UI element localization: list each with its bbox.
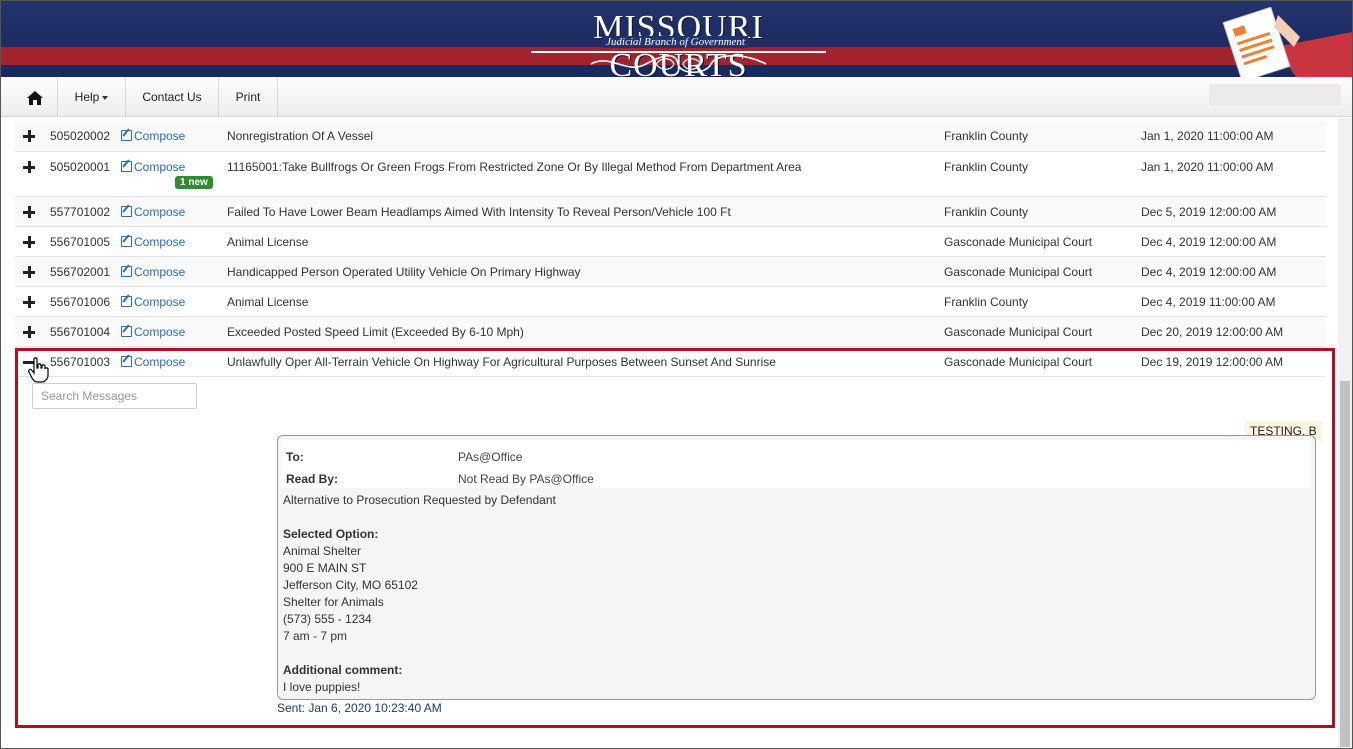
table-row: 505020002 Compose Nonregistration Of A V… xyxy=(15,121,1325,152)
compose-icon xyxy=(121,296,132,307)
charge-date: Dec 4, 2019 12:00:00 AM xyxy=(1141,265,1277,279)
compose-link[interactable]: Compose xyxy=(121,325,185,339)
charge-description: Animal License xyxy=(227,235,309,249)
compose-icon xyxy=(121,236,132,247)
court-name: Franklin County xyxy=(944,129,1029,143)
case-number: 556702001 xyxy=(50,265,111,279)
compose-link[interactable]: Compose xyxy=(121,129,185,143)
new-messages-badge: 1 new xyxy=(175,176,213,189)
charge-date: Jan 1, 2020 11:00:00 AM xyxy=(1141,160,1274,174)
case-number: 556701005 xyxy=(50,235,111,249)
court-name: Gasconade Municipal Court xyxy=(944,265,1093,279)
charge-date: Dec 4, 2019 11:00:00 AM xyxy=(1141,295,1276,309)
additional-comment-label: Additional comment: xyxy=(283,663,403,677)
expand-plus-icon[interactable] xyxy=(23,296,35,308)
read-by-label: Read By: xyxy=(286,472,339,486)
scrollbar-thumb[interactable] xyxy=(1340,381,1350,747)
option-line: (573) 555 - 1234 xyxy=(283,612,372,626)
expand-plus-icon[interactable] xyxy=(23,266,35,278)
court-name: Franklin County xyxy=(944,295,1029,309)
expand-plus-icon[interactable] xyxy=(23,236,35,248)
table-row: 556702001 Compose Handicapped Person Ope… xyxy=(15,257,1325,287)
expand-plus-icon[interactable] xyxy=(23,326,35,338)
case-number: 505020001 xyxy=(50,160,111,174)
court-name: Franklin County xyxy=(944,205,1029,219)
expand-plus-icon[interactable] xyxy=(23,130,35,142)
home-button[interactable] xyxy=(13,77,58,117)
header-banner: MISSOURI COURTS Judicial Branch of Gover… xyxy=(1,1,1352,77)
to-value: PAs@Office xyxy=(458,450,523,464)
compose-icon xyxy=(121,161,132,172)
case-number: 556701004 xyxy=(50,325,111,339)
table-row: 556701005 Compose Animal License Gascona… xyxy=(15,227,1325,257)
compose-icon xyxy=(121,130,132,141)
flourish-icon xyxy=(590,54,767,74)
hand-cursor-icon xyxy=(28,357,49,383)
charge-description: Animal License xyxy=(227,295,309,309)
case-number: 556701006 xyxy=(50,295,111,309)
message-card: To: PAs@Office Read By: Not Read By PAs@… xyxy=(277,435,1316,700)
contact-label: Contact Us xyxy=(142,90,202,104)
option-line: Animal Shelter xyxy=(283,544,362,558)
logo-subtitle: Judicial Branch of Government xyxy=(603,36,748,48)
message-body: Alternative to Prosecution Requested by … xyxy=(283,492,556,696)
court-name: Gasconade Municipal Court xyxy=(944,235,1093,249)
read-by-value: Not Read By PAs@Office xyxy=(458,472,594,486)
home-icon xyxy=(27,90,43,105)
sent-timestamp: Sent: Jan 6, 2020 10:23:40 AM xyxy=(277,701,442,715)
case-number: 557701002 xyxy=(50,205,111,219)
court-name: Gasconade Municipal Court xyxy=(944,325,1093,339)
charge-date: Dec 4, 2019 12:00:00 AM xyxy=(1141,235,1277,249)
compose-link[interactable]: Compose xyxy=(121,265,185,279)
top-nav-bar: Help Contact Us Print xyxy=(1,77,1352,117)
charge-date: Dec 5, 2019 12:00:00 AM xyxy=(1141,205,1277,219)
expand-plus-icon[interactable] xyxy=(23,161,35,173)
to-label: To: xyxy=(286,450,304,464)
charge-date: Jan 1, 2020 11:00:00 AM xyxy=(1141,129,1274,143)
compose-link[interactable]: Compose xyxy=(121,205,185,219)
help-label: Help xyxy=(74,90,100,104)
missouri-courts-logo[interactable]: MISSOURI COURTS Judicial Branch of Gover… xyxy=(531,9,826,77)
compose-icon xyxy=(121,326,132,337)
help-menu[interactable]: Help xyxy=(58,77,126,117)
message-intro: Alternative to Prosecution Requested by … xyxy=(283,493,556,507)
option-line: Shelter for Animals xyxy=(283,595,384,609)
charge-description: 11165001:Take Bullfrogs Or Green Frogs F… xyxy=(227,160,802,174)
message-meta: To: PAs@Office Read By: Not Read By PAs@… xyxy=(281,440,1311,488)
option-line: Jefferson City, MO 65102 xyxy=(283,578,418,592)
charge-description: Failed To Have Lower Beam Headlamps Aime… xyxy=(227,205,731,219)
table-row: 505020001 Compose 1 new 11165001:Take Bu… xyxy=(15,152,1325,197)
expand-plus-icon[interactable] xyxy=(23,206,35,218)
selected-option-label: Selected Option: xyxy=(283,527,379,541)
court-name: Franklin County xyxy=(944,160,1029,174)
print-label: Print xyxy=(235,90,261,104)
comment-text: I love puppies! xyxy=(283,680,361,694)
compose-link[interactable]: Compose xyxy=(121,295,185,309)
table-row: 556701006 Compose Animal License Frankli… xyxy=(15,287,1325,317)
compose-icon xyxy=(121,206,132,217)
table-row: 556701004 Compose Exceeded Posted Speed … xyxy=(15,317,1325,347)
compose-link[interactable]: Compose xyxy=(121,160,185,174)
chevron-down-icon xyxy=(102,95,109,100)
charge-description: Handicapped Person Operated Utility Vehi… xyxy=(227,265,581,279)
user-account-box[interactable] xyxy=(1209,84,1341,106)
contact-us-link[interactable]: Contact Us xyxy=(126,77,219,117)
table-row: 557701002 Compose Failed To Have Lower B… xyxy=(15,197,1325,227)
charge-date: Dec 20, 2019 12:00:00 AM xyxy=(1141,325,1284,339)
case-number: 505020002 xyxy=(50,129,111,143)
print-link[interactable]: Print xyxy=(219,77,278,117)
compose-link[interactable]: Compose xyxy=(121,235,185,249)
option-line: 7 am - 7 pm xyxy=(283,629,348,643)
document-illustration-icon xyxy=(1222,7,1352,77)
compose-icon xyxy=(121,266,132,277)
search-messages-input[interactable] xyxy=(32,383,197,409)
charge-description: Exceeded Posted Speed Limit (Exceeded By… xyxy=(227,325,524,339)
charge-description: Nonregistration Of A Vessel xyxy=(227,129,374,143)
option-line: 900 E MAIN ST xyxy=(283,561,367,575)
